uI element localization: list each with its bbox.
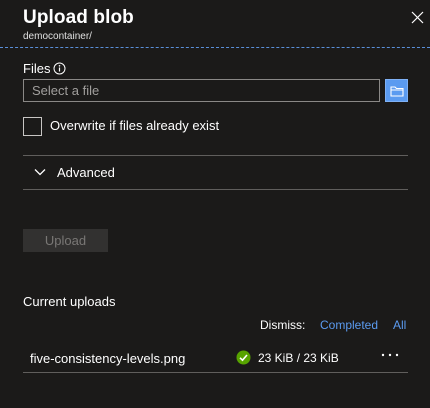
dismiss-label: Dismiss: (260, 318, 306, 332)
more-options-button[interactable] (379, 347, 401, 363)
upload-file-name: five-consistency-levels.png (30, 351, 186, 366)
divider (23, 189, 408, 190)
files-label: Files (23, 61, 51, 76)
folder-icon (389, 85, 404, 97)
overwrite-checkbox[interactable] (23, 117, 42, 136)
panel-title: Upload blob (23, 7, 134, 28)
divider (23, 155, 408, 156)
upload-progress-text: 23 KiB / 23 KiB (258, 351, 339, 365)
overwrite-label[interactable]: Overwrite if files already exist (50, 118, 219, 133)
upload-list-item: five-consistency-levels.png 23 KiB / 23 … (23, 341, 408, 373)
browse-files-button[interactable] (385, 79, 408, 102)
file-select-input[interactable] (23, 79, 380, 102)
check-circle-icon (236, 350, 251, 365)
close-icon (411, 11, 424, 24)
dismiss-all-link[interactable]: All (393, 318, 406, 332)
panel-header: Upload blob democontainer/ (0, 0, 430, 48)
chevron-down-icon (34, 169, 46, 176)
dismiss-completed-link[interactable]: Completed (320, 318, 378, 332)
current-uploads-heading: Current uploads (23, 294, 116, 309)
upload-button[interactable]: Upload (23, 229, 108, 252)
info-icon[interactable] (53, 62, 66, 75)
advanced-label: Advanced (57, 165, 115, 180)
panel-subtitle: democontainer/ (23, 31, 92, 42)
more-icon (381, 353, 399, 357)
advanced-toggle[interactable]: Advanced (23, 158, 408, 188)
close-button[interactable] (409, 9, 425, 25)
